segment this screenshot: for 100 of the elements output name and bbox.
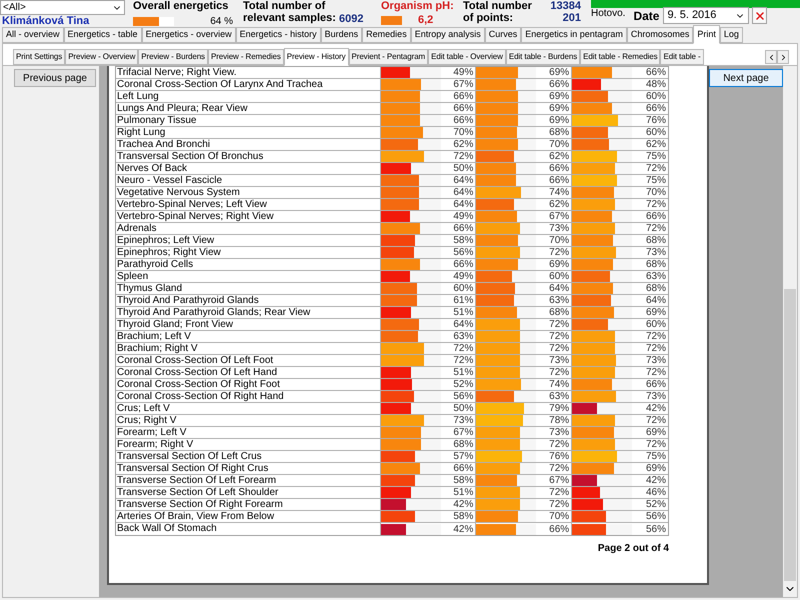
- value-reading: 79%: [549, 403, 570, 414]
- energetics-reading: 64 %: [210, 15, 233, 29]
- value-reading: 69%: [549, 67, 570, 78]
- patient-select[interactable]: <All>: [0, 0, 125, 15]
- value-reading: 72%: [549, 463, 570, 474]
- value-reading: 69%: [549, 259, 570, 270]
- ph-label: Organism pH:: [381, 0, 455, 13]
- date-label: Date: [633, 10, 660, 23]
- value-reading: 66%: [453, 91, 474, 102]
- value-reading: 52%: [453, 379, 474, 390]
- value-reading: 62%: [549, 199, 570, 210]
- value-reading: 60%: [646, 319, 667, 330]
- tab[interactable]: Curves: [484, 27, 522, 43]
- value-reading: 66%: [453, 115, 474, 126]
- value-reading: 42%: [646, 475, 667, 486]
- value-reading: 72%: [549, 331, 570, 342]
- tab[interactable]: Print: [693, 25, 720, 44]
- scroll-right-button[interactable]: [777, 50, 789, 64]
- previous-page-button[interactable]: Previous page: [14, 69, 96, 87]
- value-reading: 58%: [453, 511, 474, 522]
- value-reading: 68%: [646, 235, 667, 246]
- ph-value: 6,2: [418, 14, 434, 26]
- tab[interactable]: Previent - Pentagram: [348, 49, 428, 65]
- value-reading: 72%: [646, 415, 667, 426]
- value-reading: 72%: [453, 343, 474, 354]
- value-reading: 62%: [646, 139, 667, 150]
- tab[interactable]: Remedies: [362, 27, 411, 43]
- page-label: Page 2 out of 4: [598, 542, 669, 556]
- value-reading: 56%: [453, 391, 474, 402]
- tab[interactable]: Burdens: [320, 27, 362, 43]
- tab[interactable]: Preview - Overview: [65, 49, 138, 65]
- close-icon: [754, 10, 766, 22]
- value-reading: 74%: [549, 187, 570, 198]
- ph-indicator: [381, 16, 402, 24]
- value-reading: 50%: [453, 403, 474, 414]
- value-reading: 67%: [453, 427, 474, 438]
- samples-label: Total number of relevant samples:: [243, 0, 337, 25]
- value-reading: 63%: [453, 331, 474, 342]
- value-reading: 73%: [549, 427, 570, 438]
- tab[interactable]: Energetics - overview: [142, 27, 236, 43]
- tab[interactable]: Preview - Burdens: [138, 49, 208, 65]
- value-reading: 72%: [549, 499, 570, 510]
- tab[interactable]: Edit table -: [660, 49, 704, 65]
- value-reading: 72%: [646, 163, 667, 174]
- tab[interactable]: Preview - History: [284, 48, 349, 66]
- value-reading: 72%: [646, 223, 667, 234]
- value-reading: 58%: [453, 235, 474, 246]
- value-reading: 72%: [646, 331, 667, 342]
- value-reading: 69%: [646, 427, 667, 438]
- value-reading: 68%: [549, 127, 570, 138]
- value-reading: 73%: [549, 223, 570, 234]
- value-reading: 60%: [646, 127, 667, 138]
- value-reading: 66%: [549, 175, 570, 186]
- value-reading: 68%: [453, 439, 474, 450]
- value-reading: 70%: [453, 127, 474, 138]
- value-reading: 60%: [453, 283, 474, 294]
- tab[interactable]: Preview - Remedies: [208, 49, 284, 65]
- next-page-button[interactable]: Next page: [709, 69, 783, 87]
- value-reading: 62%: [453, 139, 474, 150]
- date-picker[interactable]: 9. 5. 2016: [663, 7, 750, 24]
- value-reading: 66%: [646, 67, 667, 78]
- scroll-thumb[interactable]: [784, 289, 796, 581]
- value-reading: 63%: [646, 271, 667, 282]
- tab[interactable]: Edit table - Remedies: [580, 49, 660, 65]
- value-reading: 66%: [453, 103, 474, 114]
- value-reading: 73%: [646, 247, 667, 258]
- tab[interactable]: Log: [720, 27, 743, 43]
- tab[interactable]: Energetics - history: [236, 27, 321, 43]
- tab[interactable]: Print Settings: [13, 49, 66, 65]
- value-reading: 72%: [549, 247, 570, 258]
- value-reading: 72%: [646, 367, 667, 378]
- value-reading: 52%: [646, 499, 667, 510]
- value-reading: 72%: [549, 319, 570, 330]
- value-reading: 64%: [549, 283, 570, 294]
- value-reading: 69%: [646, 463, 667, 474]
- tab[interactable]: All - overview: [2, 27, 64, 43]
- value-reading: 72%: [646, 439, 667, 450]
- value-reading: 67%: [549, 475, 570, 486]
- scroll-left-button[interactable]: [765, 50, 777, 64]
- value-reading: 64%: [453, 175, 474, 186]
- value-reading: 66%: [549, 79, 570, 90]
- tab[interactable]: Energetics in pentagram: [521, 27, 627, 43]
- status-text: Hotovo.: [591, 8, 626, 20]
- points-value: 13384: [550, 0, 581, 12]
- tab[interactable]: Entropy analysis: [410, 27, 485, 43]
- tab[interactable]: Energetics - table: [64, 27, 142, 43]
- value-reading: 66%: [549, 524, 570, 534]
- tab[interactable]: Edit table - Burdens: [506, 49, 580, 65]
- value-reading: 51%: [453, 487, 474, 498]
- value-reading: 76%: [549, 451, 570, 462]
- value-reading: 66%: [646, 103, 667, 114]
- value-reading: 66%: [453, 223, 474, 234]
- scrollbar[interactable]: [783, 66, 797, 597]
- value-reading: 60%: [646, 91, 667, 102]
- value-reading: 70%: [549, 235, 570, 246]
- close-button[interactable]: [752, 7, 768, 24]
- value-reading: 73%: [453, 415, 474, 426]
- value-reading: 57%: [453, 451, 474, 462]
- tab[interactable]: Edit table - Overview: [428, 49, 506, 65]
- tab[interactable]: Chromosomes: [626, 27, 694, 43]
